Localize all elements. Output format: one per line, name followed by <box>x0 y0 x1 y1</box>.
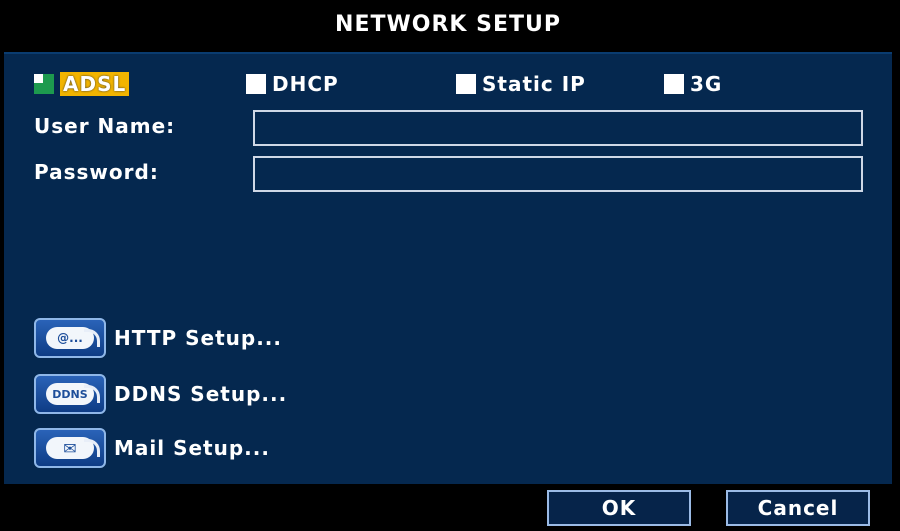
ok-button[interactable]: OK <box>547 490 691 526</box>
http-setup-label: HTTP Setup... <box>114 326 282 350</box>
adsl-label: ADSL <box>60 72 130 96</box>
ddns-setup-link[interactable]: DDNS DDNS Setup... <box>34 372 287 416</box>
user-name-input[interactable] <box>253 110 863 146</box>
3g-checkbox[interactable] <box>664 74 684 94</box>
static-ip-checkbox[interactable] <box>456 74 476 94</box>
adsl-checkbox[interactable] <box>34 74 54 94</box>
dialog-title: NETWORK SETUP <box>335 11 561 37</box>
mode-dhcp[interactable]: DHCP <box>246 66 339 102</box>
ddns-setup-label: DDNS Setup... <box>114 382 288 406</box>
static-ip-label: Static IP <box>482 72 586 96</box>
title-bar: NETWORK SETUP <box>4 2 892 46</box>
ddns-icon: DDNS <box>34 374 106 414</box>
email-at-icon: @... <box>34 318 106 358</box>
mode-3g[interactable]: 3G <box>664 66 722 102</box>
cancel-button[interactable]: Cancel <box>726 490 870 526</box>
connection-mode-row: ADSL DHCP Static IP 3G <box>0 66 900 102</box>
mail-setup-label: Mail Setup... <box>114 436 270 460</box>
network-setup-dialog: NETWORK SETUP ADSL DHCP Static IP 3G Use… <box>0 0 900 531</box>
user-name-label: User Name: <box>34 114 176 138</box>
mode-static-ip[interactable]: Static IP <box>456 66 586 102</box>
dhcp-checkbox[interactable] <box>246 74 266 94</box>
dhcp-label: DHCP <box>272 72 339 96</box>
password-label: Password: <box>34 160 159 184</box>
3g-label: 3G <box>690 72 723 96</box>
mail-setup-link[interactable]: ✉ Mail Setup... <box>34 426 270 470</box>
mail-envelope-icon: ✉ <box>34 428 106 468</box>
mode-adsl[interactable]: ADSL <box>34 66 130 102</box>
password-input[interactable] <box>253 156 863 192</box>
http-setup-link[interactable]: @... HTTP Setup... <box>34 316 282 360</box>
